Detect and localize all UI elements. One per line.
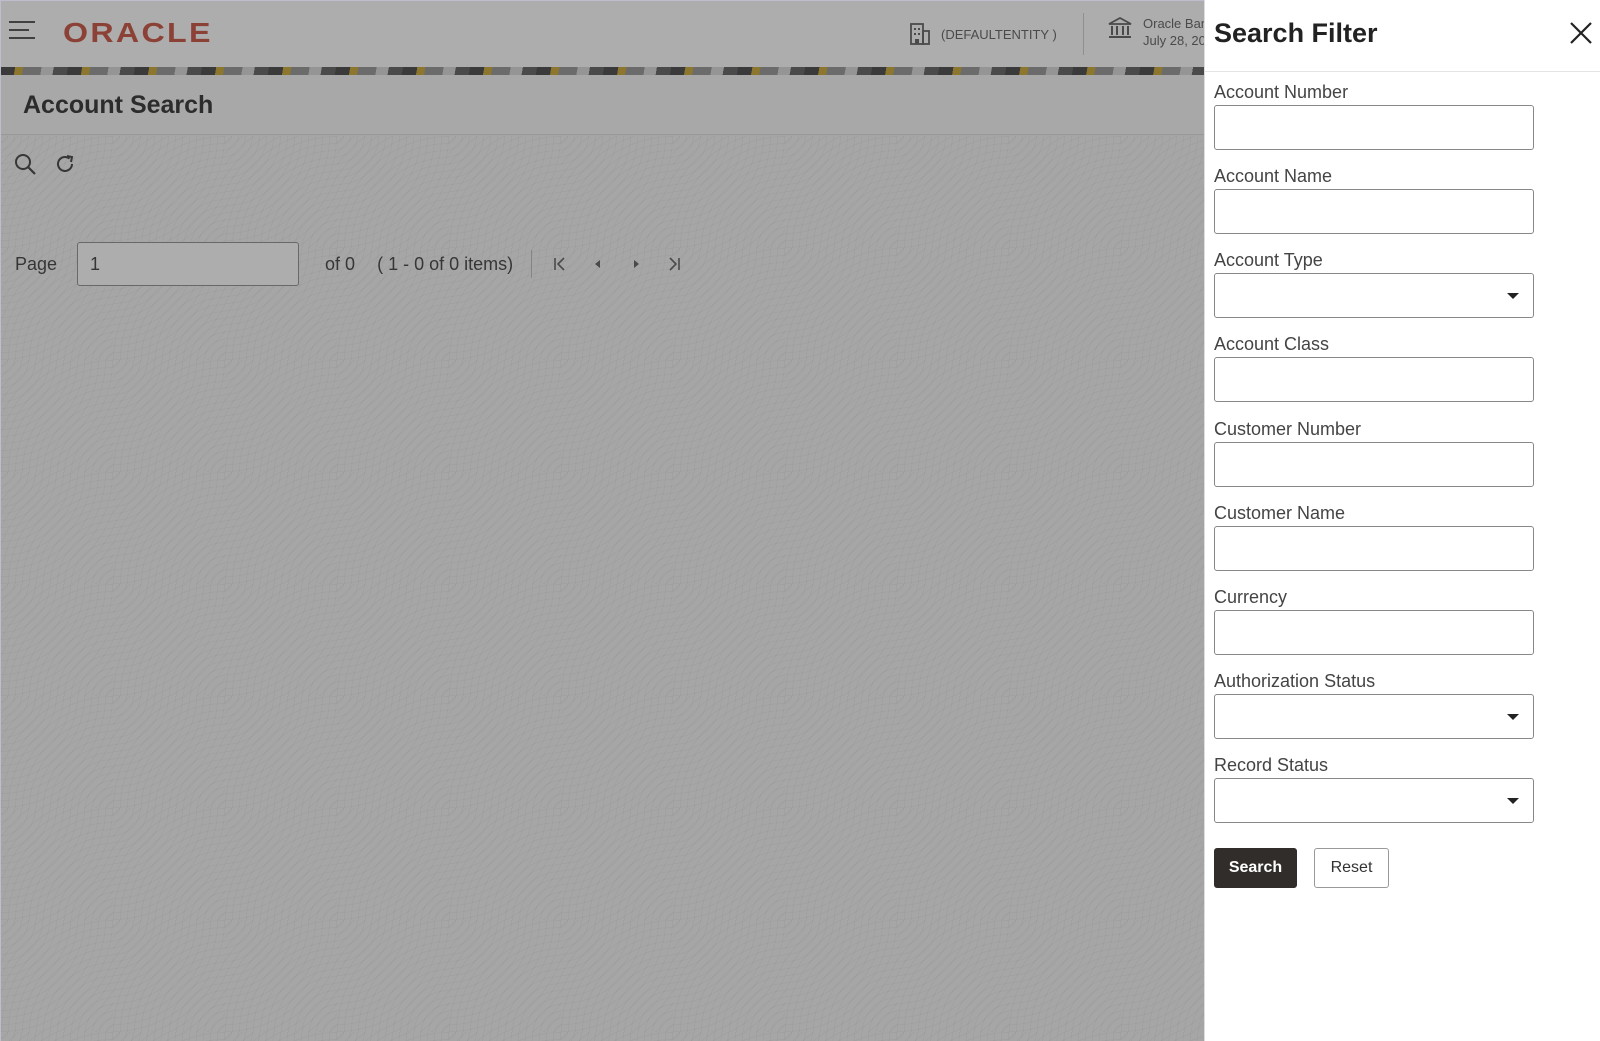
account-number-field: Account Number <box>1214 81 1534 150</box>
customer-name-field: Customer Name <box>1214 502 1534 571</box>
customer-name-input[interactable] <box>1215 527 1533 570</box>
chevron-down-icon <box>1507 714 1519 720</box>
field-label: Record Status <box>1214 755 1329 775</box>
account-class-field: Account Class <box>1214 333 1534 402</box>
close-icon[interactable] <box>1568 20 1594 46</box>
customer-number-input[interactable] <box>1215 443 1533 486</box>
chevron-down-icon <box>1507 798 1519 804</box>
account-name-input[interactable] <box>1215 190 1533 233</box>
field-label: Customer Number <box>1214 419 1362 439</box>
chevron-down-icon <box>1507 293 1519 299</box>
drawer-header: Search Filter <box>1205 0 1600 72</box>
currency-input[interactable] <box>1215 611 1533 654</box>
search-button[interactable]: Search <box>1214 848 1297 888</box>
account-number-input-box <box>1214 105 1534 150</box>
customer-number-input-box <box>1214 442 1534 487</box>
account-type-field: Account Type <box>1214 249 1534 318</box>
search-filter-drawer: Search Filter Account Number Account Nam… <box>1204 0 1600 1041</box>
field-label: Account Class <box>1214 334 1330 354</box>
currency-field: Currency <box>1214 586 1534 655</box>
drawer-title: Search Filter <box>1214 18 1378 48</box>
field-label: Authorization Status <box>1214 671 1376 691</box>
authorization-status-field: Authorization Status <box>1214 670 1534 739</box>
field-label: Currency <box>1214 587 1288 607</box>
account-number-input[interactable] <box>1215 106 1533 149</box>
currency-input-box <box>1214 610 1534 655</box>
account-class-input[interactable] <box>1215 358 1533 401</box>
customer-number-field: Customer Number <box>1214 418 1534 487</box>
account-name-input-box <box>1214 189 1534 234</box>
account-name-field: Account Name <box>1214 165 1534 234</box>
modal-overlay[interactable] <box>1 1 1205 1041</box>
account-type-select[interactable] <box>1214 273 1534 318</box>
customer-name-input-box <box>1214 526 1534 571</box>
account-class-input-box <box>1214 357 1534 402</box>
field-label: Account Name <box>1214 166 1333 186</box>
field-label: Customer Name <box>1214 503 1346 523</box>
authorization-status-select[interactable] <box>1214 694 1534 739</box>
record-status-select[interactable] <box>1214 778 1534 823</box>
reset-button[interactable]: Reset <box>1314 848 1389 888</box>
field-label: Account Number <box>1214 82 1349 102</box>
field-label: Account Type <box>1214 250 1323 270</box>
record-status-field: Record Status <box>1214 754 1534 823</box>
